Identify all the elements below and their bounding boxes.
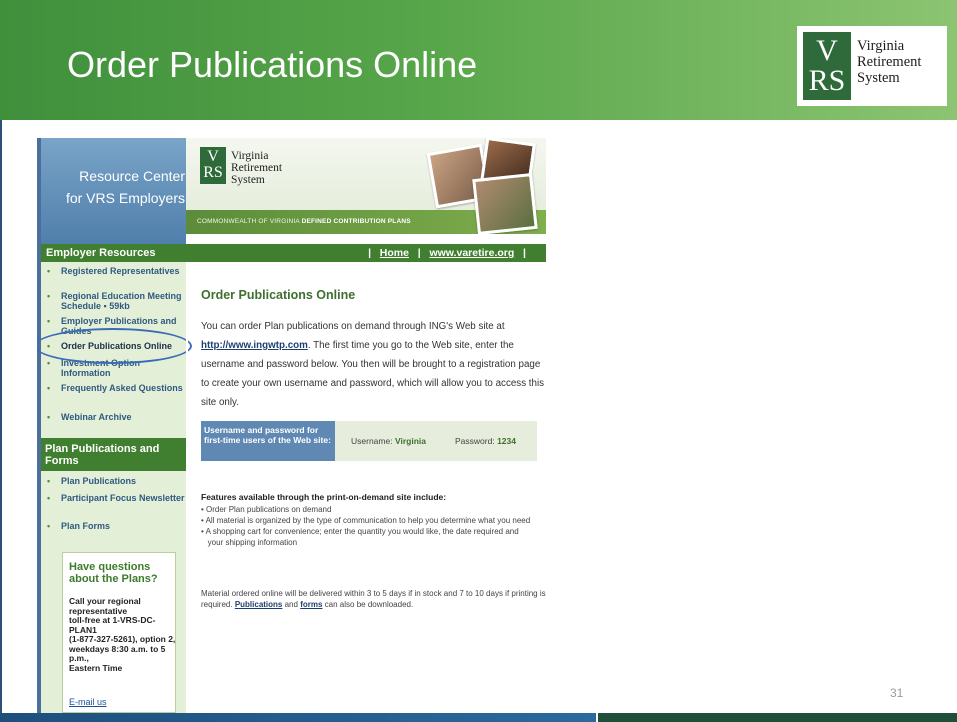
ingwtp-link[interactable]: http://www.ingwtp.com	[201, 340, 308, 351]
bullet-icon: •	[47, 383, 51, 393]
bullet-icon: •	[47, 316, 51, 326]
sidebar-item-registered-representatives[interactable]: • Registered Representatives	[47, 266, 187, 276]
resource-center-title: Resource Center for VRS Employers	[65, 168, 185, 206]
nav-header-plan-publications: Plan Publications and Forms	[41, 438, 186, 471]
sidebar-item-participant-newsletter[interactable]: • Participant Focus Newsletter	[47, 493, 187, 503]
sidebar-item-webinar-archive[interactable]: • Webinar Archive	[47, 412, 187, 422]
sidebar-item-plan-forms[interactable]: • Plan Forms	[47, 521, 187, 531]
site-logo-mark: V RS	[200, 147, 226, 184]
list-item: your shipping information	[201, 538, 298, 547]
bullet-icon: •	[47, 412, 51, 422]
credentials-box: Username and password for first-time use…	[201, 421, 537, 461]
features-heading: Features available through the print-on-…	[201, 492, 447, 502]
site-logo-name: Virginia Retirement System	[231, 150, 283, 186]
sidebar-item-faq[interactable]: • Frequently Asked Questions	[47, 383, 187, 393]
footer-bar-accent	[598, 713, 957, 722]
publications-link[interactable]: Publications	[235, 600, 283, 609]
embedded-webpage: Resource Center for VRS Employers V RS Vi…	[37, 138, 850, 713]
nav-header-employer-resources: Employer Resources	[41, 244, 186, 262]
highlight-oval	[37, 328, 192, 364]
photo-image	[472, 173, 538, 235]
email-us-link[interactable]: E-mail us	[69, 697, 107, 707]
vrs-logo-name: Virginia Retirement System	[857, 38, 922, 86]
features-list: • Order Plan publications on demand • Al…	[201, 504, 551, 548]
nav-link-varetire[interactable]: www.varetire.org	[429, 247, 514, 259]
sidebar-item-regional-meeting-schedule[interactable]: • Regional Education Meeting Schedule ▪ …	[47, 291, 187, 311]
nav-separator: |	[368, 247, 372, 259]
top-nav: | Home | www.varetire.org |	[186, 244, 546, 262]
banner-gap	[186, 234, 546, 244]
bullet-icon: •	[47, 358, 51, 368]
delivery-paragraph: Material ordered online will be delivere…	[201, 589, 546, 609]
bullet-icon: •	[47, 266, 51, 276]
bullet-icon: •	[47, 521, 51, 531]
password-text: Password: 1234	[455, 436, 516, 446]
page-number: 31	[890, 686, 904, 700]
slide-title: Order Publications Online	[67, 44, 478, 85]
vrs-logo-mark: V RS	[803, 32, 851, 100]
bullet-icon: •	[47, 493, 51, 503]
nav-link-home[interactable]: Home	[380, 247, 409, 259]
questions-body: Call your regional representative toll-f…	[69, 596, 176, 673]
list-item: • A shopping cart for convenience; enter…	[201, 527, 519, 536]
questions-box: Have questions about the Plans? Call you…	[62, 552, 176, 713]
bullet-icon: •	[47, 476, 51, 486]
credentials-label: Username and password for first-time use…	[201, 421, 335, 461]
nav-separator: |	[417, 247, 421, 259]
username-text: Username: Virginia	[351, 436, 426, 446]
footer-bar	[0, 713, 596, 722]
bullet-icon: •	[47, 291, 51, 301]
banner-tagline: COMMONWEALTH OF VIRGINIA DEFINED CONTRIB…	[197, 218, 411, 225]
forms-link[interactable]: forms	[300, 600, 322, 609]
content-separator	[186, 262, 188, 713]
header-divider	[2, 120, 957, 123]
questions-title: Have questions about the Plans?	[69, 561, 158, 585]
content-title: Order Publications Online	[201, 288, 356, 302]
nav-separator: |	[523, 247, 526, 259]
list-item: • Order Plan publications on demand	[201, 505, 332, 514]
intro-paragraph: You can order Plan publications on deman…	[201, 321, 545, 408]
sidebar-item-plan-publications[interactable]: • Plan Publications	[47, 476, 187, 486]
list-item: • All material is organized by the type …	[201, 516, 531, 525]
slide-left-border	[0, 120, 2, 720]
